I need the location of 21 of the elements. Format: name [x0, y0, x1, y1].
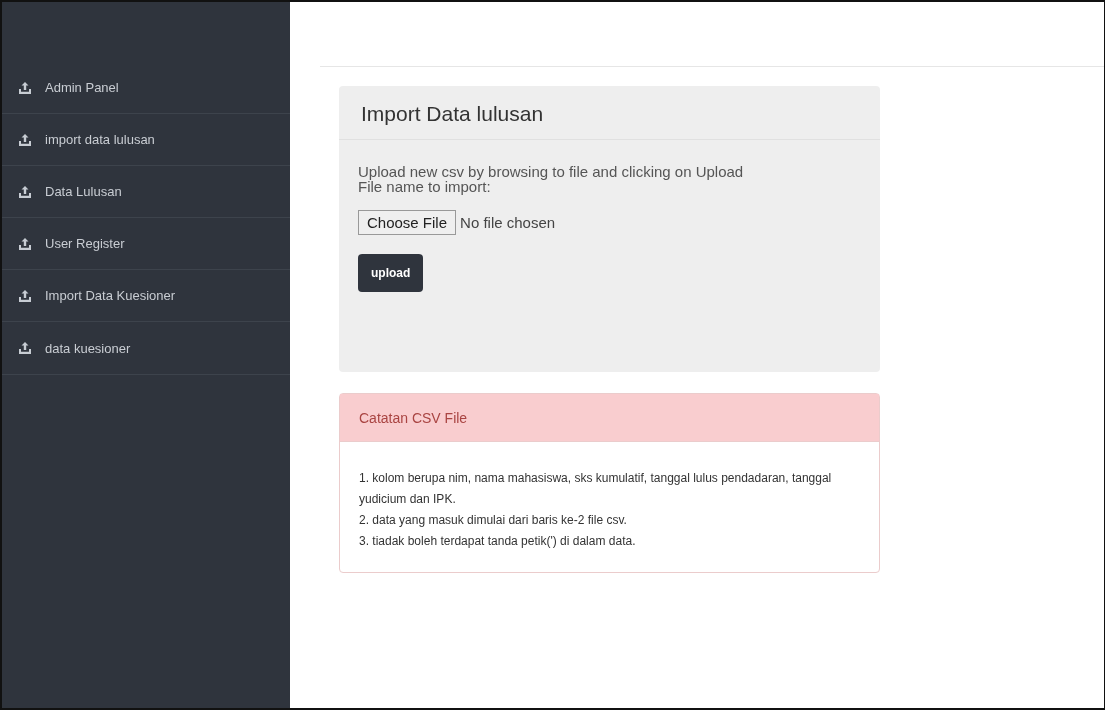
- upload-icon: [18, 288, 32, 303]
- note-text: 3. tiadak boleh terdapat tanda petik(') di dalam data.: [359, 533, 637, 550]
- sidebar-item[interactable]: import data lulusan: [2, 114, 290, 166]
- panel-title: Import Data lulusan: [361, 102, 545, 126]
- upload-button[interactable]: upload: [358, 254, 424, 292]
- note-text: 1. kolom berupa nim, nama mahasiswa, sks kumulatif, tanggal lulus pendadaran, tanggal yudicium dan IPK.: [359, 470, 833, 508]
- sidebar-item[interactable]: data kuesioner: [2, 322, 290, 374]
- upload-icon: [18, 184, 32, 199]
- sidebar-item[interactable]: Admin Panel: [2, 62, 290, 114]
- file-status-text: No file chosen: [460, 214, 556, 231]
- upload-icon: [18, 341, 32, 355]
- sidebar-item[interactable]: User Register: [2, 218, 290, 270]
- upload-icon: [18, 132, 32, 147]
- choose-file-button[interactable]: Choose File: [358, 210, 457, 235]
- notes-title: Catatan CSV File: [359, 410, 469, 426]
- upload-icon: [18, 236, 32, 251]
- note-text: 2. data yang masuk dimulai dari baris ke-2 file csv.: [359, 512, 628, 529]
- file-name-label: File name to import:: [358, 179, 491, 194]
- upload-icon: [18, 80, 32, 95]
- sidebar-item[interactable]: Import Data Kuesioner: [2, 270, 290, 322]
- sidebar-item[interactable]: Data Lulusan: [2, 166, 290, 218]
